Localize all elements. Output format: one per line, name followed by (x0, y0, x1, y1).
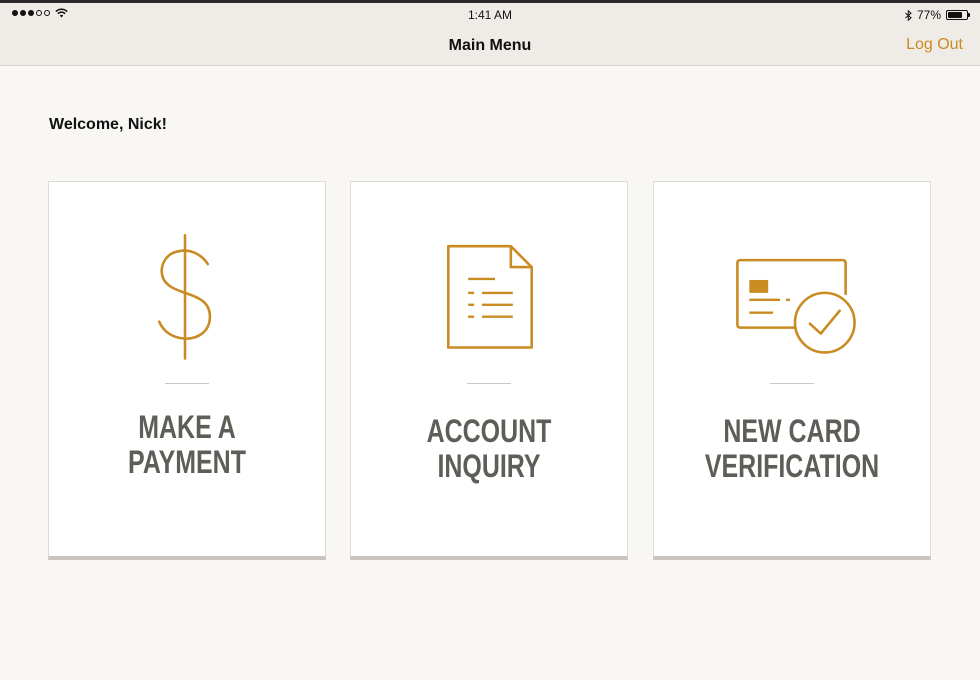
logout-button[interactable]: Log Out (906, 36, 963, 54)
bluetooth-icon (905, 9, 912, 21)
card-label-line-1: NEW CARD (723, 413, 861, 449)
card-divider (467, 383, 511, 384)
dollar-icon (157, 234, 212, 360)
status-time: 1:41 AM (467, 8, 513, 22)
card-label: NEW CARD VERIFICATION (684, 414, 899, 484)
battery-fill (948, 12, 962, 18)
battery-icon (946, 10, 970, 20)
card-label-line-2: PAYMENT (128, 444, 246, 480)
page-title: Main Menu (448, 37, 532, 54)
new-card-verification-card[interactable]: NEW CARD VERIFICATION (653, 181, 931, 560)
card-label: MAKE A PAYMENT (79, 410, 294, 480)
account-inquiry-card[interactable]: ACCOUNT INQUIRY (350, 181, 628, 560)
card-label-line-1: MAKE A (138, 409, 236, 445)
card-check-icon (736, 258, 856, 354)
battery-area: 77% (905, 8, 970, 22)
card-label-line-1: ACCOUNT (426, 413, 552, 449)
make-payment-card[interactable]: MAKE A PAYMENT (48, 181, 326, 560)
card-label-line-2: INQUIRY (437, 448, 541, 484)
battery-percent: 77% (916, 8, 941, 22)
status-bar: 1:41 AM 77% (0, 3, 980, 27)
welcome-message: Welcome, Nick! (49, 116, 167, 133)
card-label-line-2: VERIFICATION (704, 448, 880, 484)
navigation-bar: Main Menu Log Out (0, 27, 980, 66)
card-divider (165, 383, 209, 384)
card-label: ACCOUNT INQUIRY (381, 414, 596, 484)
document-icon (447, 244, 533, 349)
card-divider (770, 383, 814, 384)
